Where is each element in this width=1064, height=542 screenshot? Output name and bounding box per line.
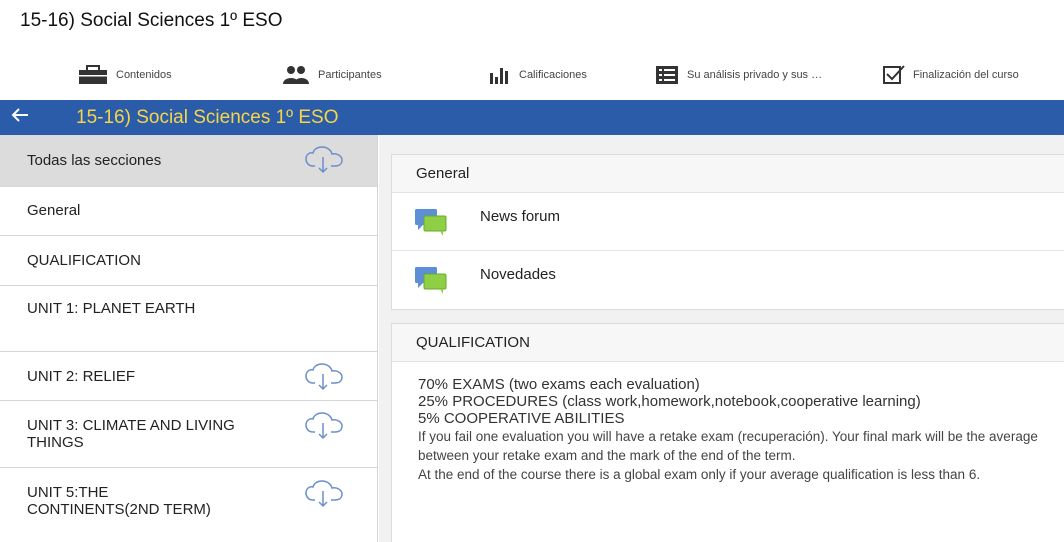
tab-label: Participantes xyxy=(318,69,382,81)
course-content: General News forum Novedades QUALIFICATI… xyxy=(379,135,1064,542)
summary-paragraph: If you fail one evaluation you will have… xyxy=(418,429,1038,463)
sidebar-item-label: UNIT 2: RELIEF xyxy=(27,368,136,385)
sidebar-item-general[interactable]: General xyxy=(0,187,377,236)
tab-label: Contenidos xyxy=(116,69,172,81)
sidebar-item-label: UNIT 1: PLANET EARTH xyxy=(27,300,196,317)
tab-label: Finalización del curso xyxy=(913,69,1019,81)
page-title: 15-16) Social Sciences 1º ESO xyxy=(20,10,283,31)
section-title: QUALIFICATION xyxy=(392,324,1064,362)
module-name: News forum xyxy=(480,208,561,225)
users-icon xyxy=(282,65,310,85)
sidebar-item-label: QUALIFICATION xyxy=(27,252,141,269)
sidebar-item-all-sections[interactable]: Todas las secciones xyxy=(0,135,377,187)
summary-paragraph: At the end of the course there is a glob… xyxy=(418,467,981,482)
sidebar-item-label: UNIT 3: CLIMATE AND LIVING THINGS xyxy=(27,417,235,451)
tab-analisis[interactable]: Su análisis privado y sus … xyxy=(655,62,822,88)
course-app-bar: 15-16) Social Sciences 1º ESO xyxy=(0,100,1064,135)
forum-icon xyxy=(414,265,448,300)
section-card-general: General News forum Novedades xyxy=(391,154,1064,310)
section-card-qualification: QUALIFICATION 70% EXAMS (two exams each … xyxy=(391,323,1064,542)
summary-line: 5% COOPERATIVE ABILITIES xyxy=(418,410,625,427)
cloud-download-icon[interactable] xyxy=(305,146,343,178)
tab-participantes[interactable]: Participantes xyxy=(282,62,382,88)
back-arrow-icon xyxy=(11,107,29,128)
module-news-forum[interactable]: News forum xyxy=(392,193,1064,251)
cloud-download-icon[interactable] xyxy=(305,480,343,512)
section-title: General xyxy=(392,155,1064,193)
sidebar-item-qualification[interactable]: QUALIFICATION xyxy=(0,236,377,286)
checkbox-icon xyxy=(883,65,905,85)
cloud-download-icon[interactable] xyxy=(305,363,343,395)
tab-label: Su análisis privado y sus … xyxy=(687,69,823,81)
summary-line: 25% PROCEDURES (class work,homework,note… xyxy=(418,393,921,410)
sidebar-item-label: General xyxy=(27,202,81,219)
tab-finalizacion[interactable]: Finalización del curso xyxy=(883,62,1019,88)
list-icon xyxy=(655,65,679,85)
tab-contenidos[interactable]: Contenidos xyxy=(78,62,172,88)
bar-chart-icon xyxy=(489,65,511,85)
tab-label: Calificaciones xyxy=(519,69,587,81)
sidebar-item-unit-5[interactable]: UNIT 5:THE CONTINENTS(2ND TERM) xyxy=(0,468,377,542)
forum-icon xyxy=(414,207,448,242)
course-tab-bar: Contenidos Participantes Calificaciones … xyxy=(0,52,1064,98)
module-novedades[interactable]: Novedades xyxy=(392,251,1064,309)
cloud-download-icon[interactable] xyxy=(305,412,343,444)
course-title: 15-16) Social Sciences 1º ESO xyxy=(76,106,339,128)
section-sidebar: Todas las secciones General QUALIFICATIO… xyxy=(0,135,378,542)
section-summary: 70% EXAMS (two exams each evaluation) 25… xyxy=(392,362,1064,484)
module-name: Novedades xyxy=(480,266,556,283)
sidebar-item-unit-3[interactable]: UNIT 3: CLIMATE AND LIVING THINGS xyxy=(0,401,377,468)
sidebar-item-label: UNIT 5:THE CONTINENTS(2ND TERM) xyxy=(27,484,211,518)
sidebar-item-label: Todas las secciones xyxy=(27,152,162,169)
summary-line: 70% EXAMS (two exams each evaluation) xyxy=(418,376,700,393)
back-button[interactable] xyxy=(0,100,40,135)
sidebar-item-unit-1[interactable]: UNIT 1: PLANET EARTH xyxy=(0,286,377,352)
sidebar-item-unit-2[interactable]: UNIT 2: RELIEF xyxy=(0,352,377,401)
tab-calificaciones[interactable]: Calificaciones xyxy=(489,62,587,88)
briefcase-icon xyxy=(78,65,108,85)
